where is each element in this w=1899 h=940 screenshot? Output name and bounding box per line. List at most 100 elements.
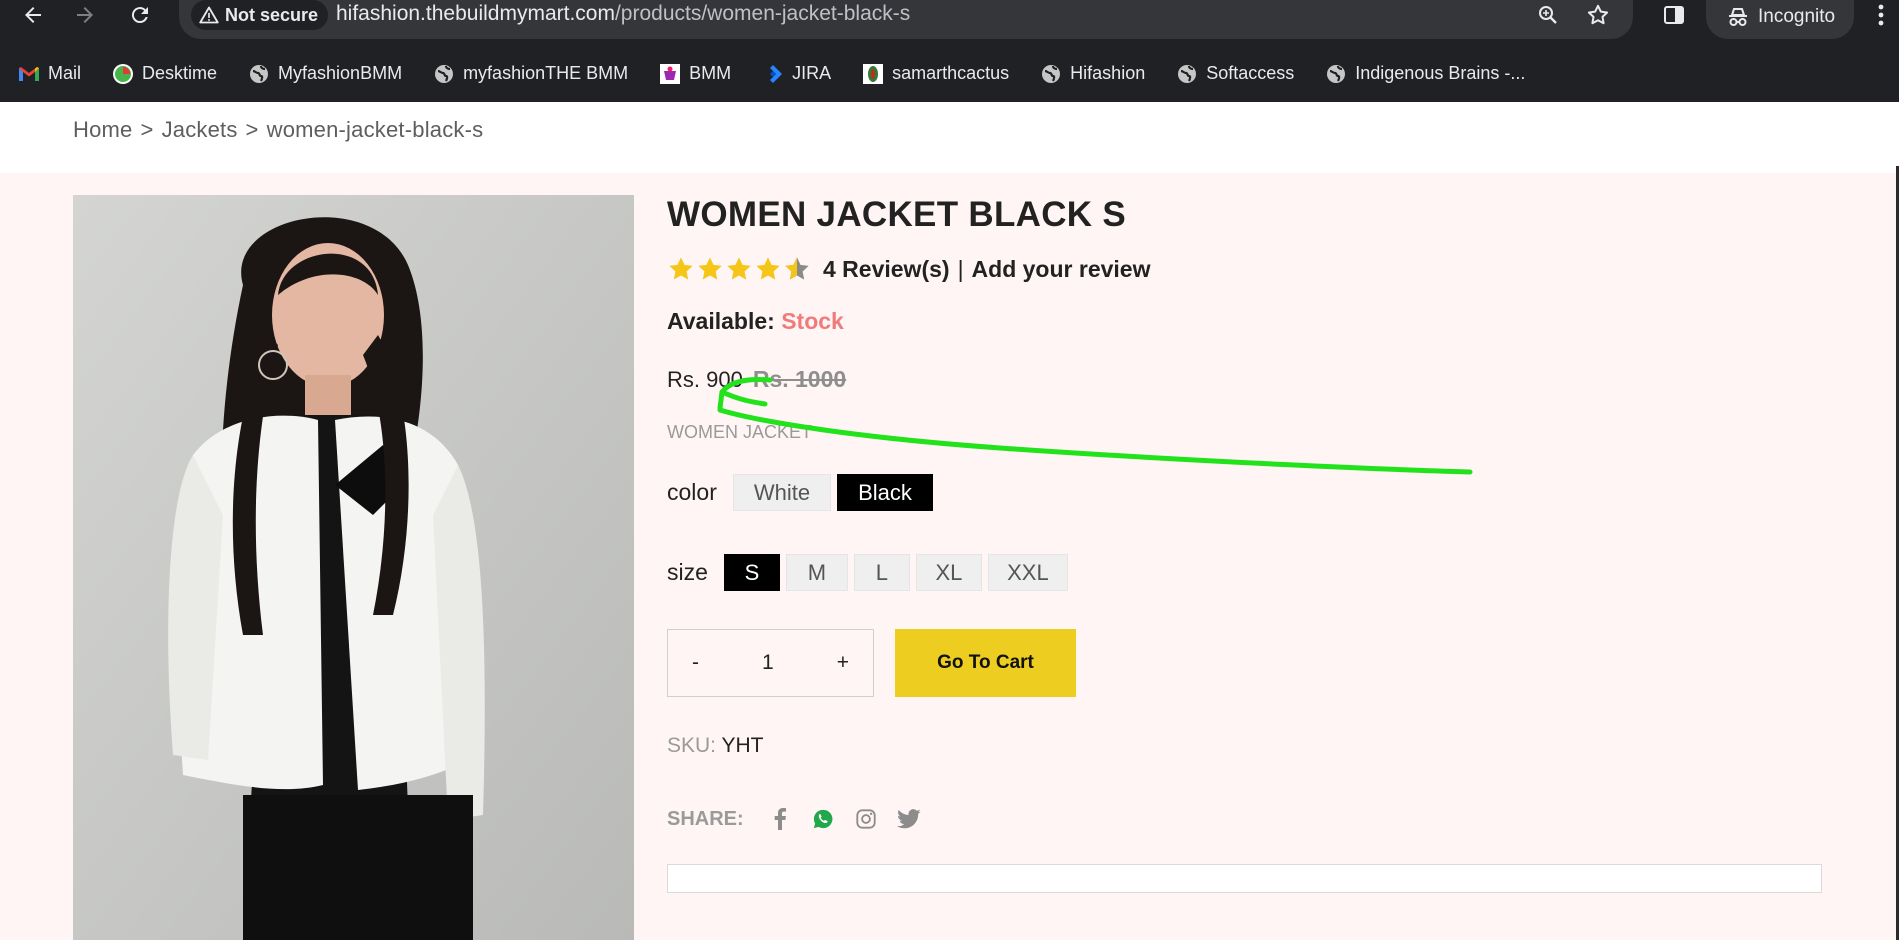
breadcrumb-separator: >: [245, 117, 259, 142]
gmail-icon: [18, 63, 40, 85]
address-bar[interactable]: Not secure hifashion.thebuildmymart.com/…: [179, 0, 1633, 39]
cactus-icon: [862, 63, 884, 85]
bookmark-bmm[interactable]: BMM: [659, 63, 731, 85]
bookmark-label: Softaccess: [1206, 63, 1295, 83]
warning-icon: [199, 6, 219, 24]
breadcrumb-current: women-jacket-black-s: [266, 117, 484, 142]
sku-label: SKU:: [667, 734, 717, 757]
bookmark-label: Indigenous Brains -...: [1355, 63, 1526, 83]
bookmark-desktime[interactable]: Desktime: [112, 63, 217, 85]
facebook-icon[interactable]: [767, 806, 793, 832]
star-icon: [727, 257, 751, 280]
instagram-icon[interactable]: [853, 806, 879, 832]
half-star-icon: [785, 257, 809, 280]
size-option-m[interactable]: M: [785, 554, 848, 591]
qty-increment-button[interactable]: +: [837, 651, 849, 675]
desktime-icon: [112, 63, 134, 85]
breadcrumb-bar: Home > Jackets > women-jacket-black-s: [0, 102, 1899, 173]
bookmark-label: samarthcactus: [892, 63, 1010, 83]
url-path: /products/women-jacket-black-s: [614, 2, 911, 25]
qty-value[interactable]: 1: [762, 651, 774, 675]
whatsapp-icon[interactable]: [810, 806, 836, 832]
price-block: Rs. 900 Rs. 1000: [667, 366, 846, 393]
reload-icon[interactable]: [125, 0, 155, 30]
sku-value: YHT: [721, 734, 764, 757]
quantity-stepper: - 1 +: [667, 629, 874, 697]
product-photo: [73, 195, 634, 940]
rating-separator: |: [957, 255, 964, 282]
size-option-s[interactable]: S: [723, 554, 780, 591]
bookmark-label: MyfashionBMM: [278, 63, 403, 83]
product-subtitle: WOMEN JACKET: [667, 422, 813, 442]
bmm-icon: [659, 63, 681, 85]
go-to-cart-button[interactable]: Go To Cart: [895, 629, 1076, 697]
bookmark-label: Hifashion: [1070, 63, 1146, 83]
product-title: WOMEN JACKET BLACK S: [667, 195, 1127, 234]
bookmark-indigenous-brains[interactable]: Indigenous Brains -...: [1325, 63, 1525, 85]
color-option-white[interactable]: White: [732, 474, 832, 511]
size-label: size: [667, 559, 708, 585]
bookmarks-bar: Mail Desktime MyfashionBMM myfashionTHE …: [0, 45, 1899, 102]
bookmark-hifashion[interactable]: Hifashion: [1040, 63, 1145, 85]
url-text[interactable]: hifashion.thebuildmymart.com/products/wo…: [336, 2, 910, 26]
breadcrumb-category[interactable]: Jackets: [162, 117, 238, 142]
star-icon: [698, 257, 722, 280]
incognito-icon: [1729, 7, 1747, 26]
bookmark-star-icon[interactable]: [1583, 0, 1613, 30]
breadcrumb-separator: >: [140, 117, 154, 142]
product-details-box: [667, 864, 1822, 893]
globe-icon: [433, 63, 455, 85]
old-price: Rs. 1000: [752, 366, 847, 392]
star-icon: [756, 257, 780, 280]
bookmark-label: Mail: [48, 63, 82, 83]
globe-icon: [1040, 63, 1062, 85]
globe-icon: [1325, 63, 1347, 85]
share-row: SHARE:: [667, 806, 922, 832]
security-label: Not secure: [225, 4, 319, 25]
bookmark-label: BMM: [689, 63, 732, 83]
incognito-chip[interactable]: Incognito: [1706, 0, 1854, 39]
back-arrow-icon[interactable]: [18, 0, 48, 30]
url-host: hifashion.thebuildmymart.com: [336, 2, 615, 25]
twitter-icon[interactable]: [896, 806, 922, 832]
size-selector: size S M L XL XXL: [667, 554, 1074, 591]
color-option-black[interactable]: Black: [837, 474, 933, 511]
side-panel-icon[interactable]: [1659, 0, 1689, 30]
size-option-xl[interactable]: XL: [915, 554, 982, 591]
qty-decrement-button[interactable]: -: [692, 651, 699, 675]
reviews-count[interactable]: 4 Review(s): [823, 256, 950, 283]
incognito-label: Incognito: [1758, 5, 1836, 27]
bookmark-label: myfashionTHE BMM: [463, 63, 629, 83]
zoom-icon[interactable]: [1533, 0, 1563, 30]
breadcrumb-home[interactable]: Home: [73, 117, 133, 142]
forward-arrow-icon[interactable]: [70, 0, 100, 30]
bookmark-myfashionthebmm[interactable]: myfashionTHE BMM: [433, 63, 628, 85]
bookmark-myfashionbmm[interactable]: MyfashionBMM: [248, 63, 402, 85]
availability-value: Stock: [781, 308, 844, 334]
add-review-link[interactable]: Add your review: [972, 256, 1151, 283]
availability: Available: Stock: [667, 308, 844, 335]
size-option-xxl[interactable]: XXL: [987, 554, 1068, 591]
browser-toolbar: Not secure hifashion.thebuildmymart.com/…: [0, 0, 1899, 45]
star-rating: [667, 255, 811, 283]
color-selector: color White Black: [667, 474, 939, 511]
security-chip[interactable]: Not secure: [191, 0, 329, 30]
bookmark-softaccess[interactable]: Softaccess: [1176, 63, 1294, 85]
product-image[interactable]: [73, 195, 634, 940]
rating-row: 4 Review(s) | Add your review: [667, 255, 1150, 283]
bookmark-samarthcactus[interactable]: samarthcactus: [862, 63, 1009, 85]
globe-icon: [248, 63, 270, 85]
breadcrumb: Home > Jackets > women-jacket-black-s: [73, 117, 491, 143]
bookmark-mail[interactable]: Mail: [18, 63, 81, 85]
browser-menu-icon[interactable]: [1866, 0, 1896, 30]
globe-icon: [1176, 63, 1198, 85]
color-label: color: [667, 479, 717, 505]
current-price: Rs. 900: [667, 367, 743, 392]
jira-icon: [762, 63, 784, 85]
bookmark-label: JIRA: [792, 63, 832, 83]
bookmark-jira[interactable]: JIRA: [762, 63, 831, 85]
bookmark-label: Desktime: [142, 63, 218, 83]
sku: SKU: YHT: [667, 734, 763, 758]
availability-label: Available:: [667, 308, 775, 334]
size-option-l[interactable]: L: [853, 554, 910, 591]
